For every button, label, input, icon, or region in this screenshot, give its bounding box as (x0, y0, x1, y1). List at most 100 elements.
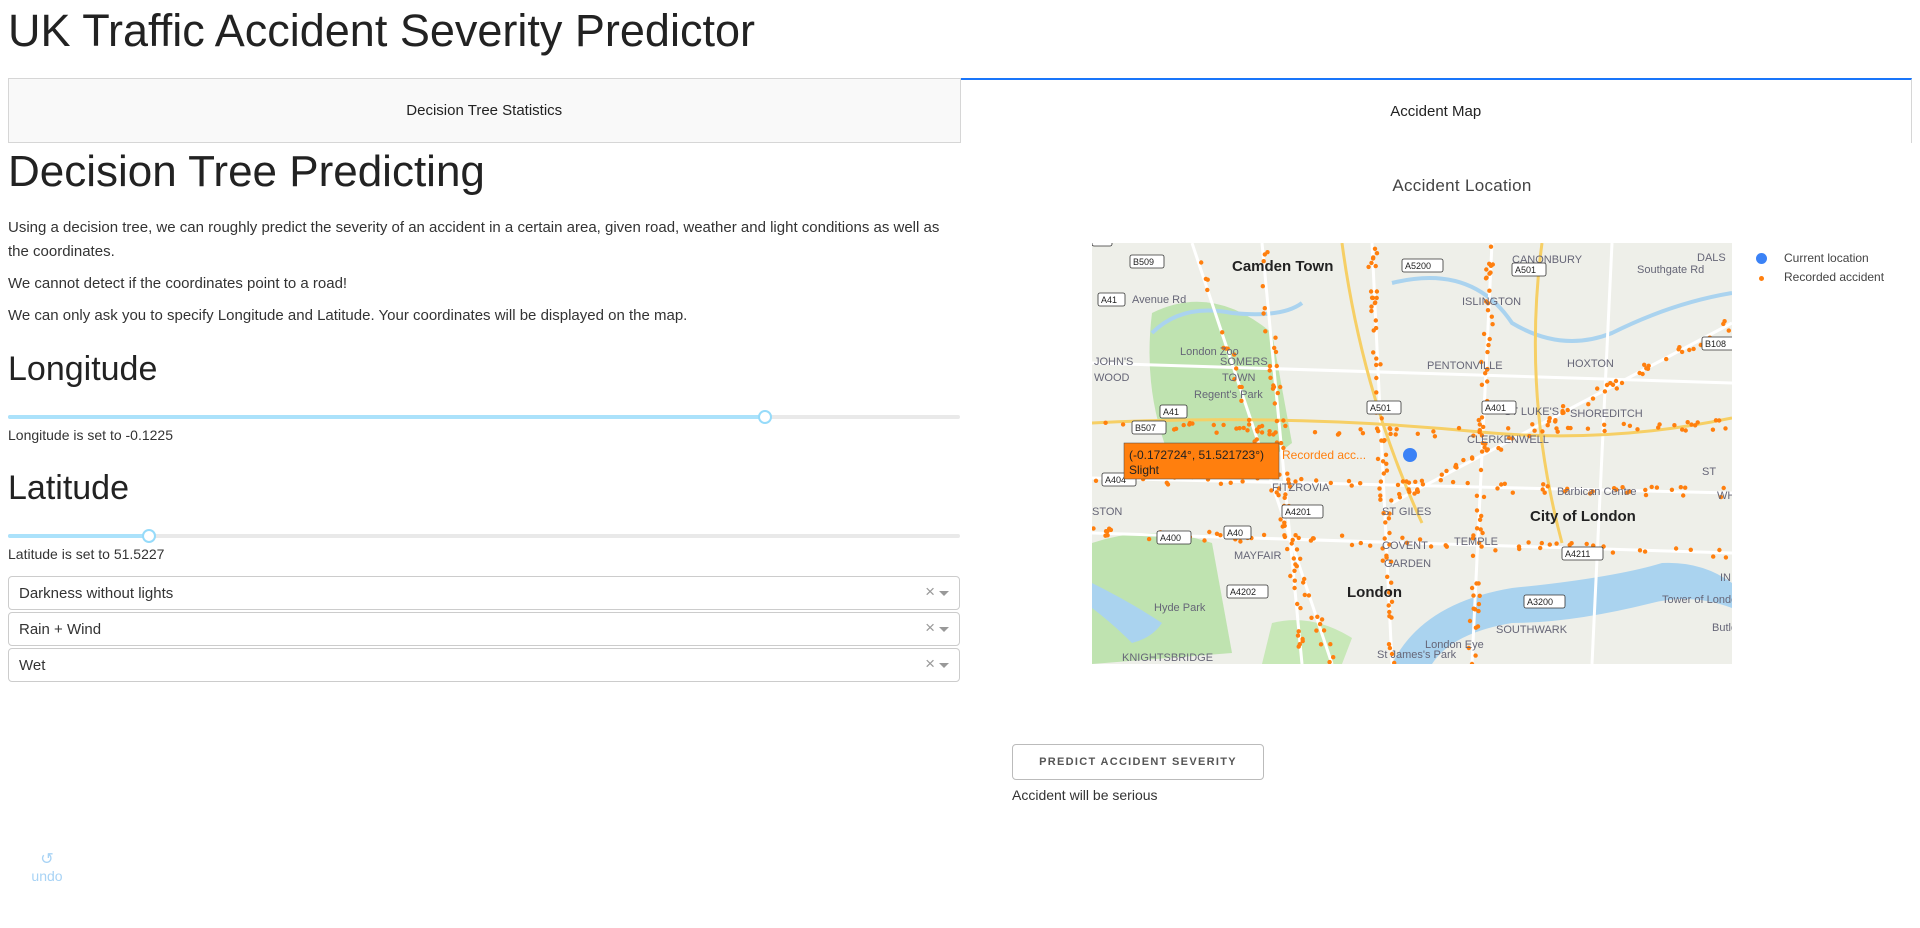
accident-point[interactable] (1554, 426, 1559, 431)
accident-point[interactable] (1502, 481, 1507, 486)
accident-point[interactable] (1165, 482, 1171, 487)
accident-point[interactable] (1393, 432, 1398, 437)
accident-point[interactable] (1383, 452, 1389, 457)
accident-point[interactable] (1263, 329, 1268, 334)
accident-point[interactable] (1372, 246, 1378, 251)
accident-point[interactable] (1298, 556, 1303, 561)
accident-point[interactable] (1487, 336, 1492, 342)
accident-point[interactable] (1479, 449, 1485, 454)
predict-accident-severity-button[interactable]: PREDICT ACCIDENT SEVERITY (1012, 744, 1264, 780)
clear-icon[interactable]: × (925, 618, 935, 638)
accident-point[interactable] (1283, 423, 1288, 429)
accident-point[interactable] (1657, 422, 1662, 427)
accident-point[interactable] (1294, 547, 1300, 552)
accident-point[interactable] (1604, 382, 1610, 388)
accident-point[interactable] (1397, 491, 1402, 497)
accident-point[interactable] (1306, 593, 1312, 598)
accident-point[interactable] (1370, 256, 1376, 261)
accident-point[interactable] (1610, 382, 1616, 387)
accident-point[interactable] (1677, 345, 1682, 350)
accident-point[interactable] (1220, 330, 1225, 335)
accident-point[interactable] (1553, 419, 1558, 424)
accident-point[interactable] (1281, 418, 1286, 423)
accident-point[interactable] (1483, 276, 1489, 281)
accident-point[interactable] (1545, 423, 1550, 428)
accident-point[interactable] (1291, 556, 1296, 561)
accident-point[interactable] (1373, 318, 1378, 323)
accident-point[interactable] (1107, 526, 1112, 531)
accident-point[interactable] (1278, 440, 1284, 446)
accident-point[interactable] (1487, 288, 1492, 293)
accident-point[interactable] (1268, 375, 1273, 380)
accident-point[interactable] (1640, 371, 1645, 377)
accident-point[interactable] (1093, 478, 1099, 483)
accident-point[interactable] (1471, 593, 1476, 598)
accident-point[interactable] (1420, 482, 1426, 487)
accident-point[interactable] (1314, 628, 1319, 633)
accident-point[interactable] (1490, 322, 1495, 327)
accident-point[interactable] (1554, 541, 1559, 546)
accident-point[interactable] (1373, 263, 1378, 269)
accident-point[interactable] (1540, 429, 1545, 434)
accident-point[interactable] (1721, 321, 1726, 327)
accident-point[interactable] (1389, 615, 1394, 620)
accident-point[interactable] (1649, 484, 1654, 490)
accident-point[interactable] (1260, 284, 1265, 289)
accident-point[interactable] (1246, 417, 1252, 423)
accident-point[interactable] (1293, 533, 1298, 538)
accident-point[interactable] (1487, 271, 1492, 276)
accident-map[interactable]: Camden Town CANONBURY ISLINGTON DALS London … (1092, 243, 1732, 664)
accident-point[interactable] (1331, 655, 1336, 660)
accident-point[interactable] (1627, 423, 1633, 428)
accident-point[interactable] (1539, 540, 1544, 546)
accident-point[interactable] (1439, 472, 1444, 477)
accident-point[interactable] (1480, 530, 1485, 536)
tab-decision-tree-statistics[interactable]: Decision Tree Statistics (8, 78, 961, 143)
accident-point[interactable] (1373, 325, 1379, 331)
accident-point[interactable] (1368, 543, 1373, 548)
accident-point[interactable] (1477, 517, 1483, 522)
accident-point[interactable] (1467, 618, 1473, 624)
accident-point[interactable] (1481, 331, 1487, 337)
accident-point[interactable] (1245, 428, 1250, 433)
accident-point[interactable] (1713, 418, 1719, 423)
accident-point[interactable] (1669, 487, 1675, 492)
accident-point[interactable] (1646, 363, 1651, 368)
accident-point[interactable] (1431, 429, 1436, 434)
accident-point[interactable] (1369, 260, 1374, 266)
accident-point[interactable] (1261, 311, 1266, 316)
accident-point[interactable] (1485, 379, 1490, 384)
accident-point[interactable] (1199, 260, 1204, 265)
legend-current-location[interactable]: Current location (1752, 249, 1884, 268)
accident-point[interactable] (1275, 390, 1280, 396)
accident-point[interactable] (1311, 536, 1316, 541)
accident-point[interactable] (1726, 328, 1731, 333)
accident-point[interactable] (1371, 350, 1376, 355)
accident-point[interactable] (1454, 465, 1459, 470)
accident-point[interactable] (1610, 550, 1616, 555)
accident-point[interactable] (1469, 455, 1475, 460)
accident-point[interactable] (1272, 345, 1277, 351)
accident-point[interactable] (1380, 459, 1386, 464)
accident-point[interactable] (1259, 430, 1265, 435)
accident-point[interactable] (1378, 362, 1383, 367)
accident-point[interactable] (1328, 642, 1333, 647)
longitude-slider[interactable] (8, 409, 960, 425)
accident-point[interactable] (1477, 593, 1482, 598)
clear-icon[interactable]: × (925, 582, 935, 602)
accident-point[interactable] (1678, 485, 1683, 490)
accident-point[interactable] (1474, 508, 1480, 513)
accident-point[interactable] (1378, 497, 1383, 502)
accident-point[interactable] (1530, 422, 1535, 427)
accident-point[interactable] (1214, 531, 1220, 536)
accident-point[interactable] (1547, 542, 1552, 547)
accident-point[interactable] (1469, 585, 1475, 591)
accident-point[interactable] (1590, 396, 1596, 401)
accident-point[interactable] (1240, 479, 1245, 484)
accident-point[interactable] (1267, 363, 1273, 369)
accident-point[interactable] (1369, 304, 1374, 309)
accident-point[interactable] (1488, 244, 1494, 249)
accident-point[interactable] (1368, 289, 1374, 294)
accident-point[interactable] (1203, 276, 1209, 282)
accident-point[interactable] (1288, 573, 1293, 579)
